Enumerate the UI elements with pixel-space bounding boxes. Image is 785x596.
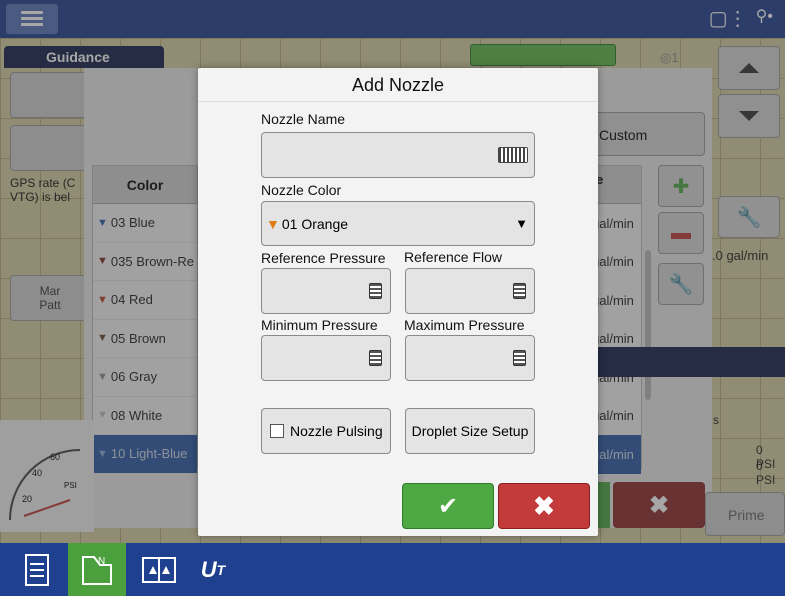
calculator-icon[interactable] <box>369 283 382 299</box>
keyboard-icon[interactable] <box>498 147 528 163</box>
droplet-size-label: Droplet Size Setup <box>411 423 529 439</box>
universal-terminal-icon[interactable]: UT <box>184 543 242 596</box>
checkbox-icon[interactable] <box>270 424 284 438</box>
split-view-icon[interactable] <box>130 543 188 596</box>
field-map-icon[interactable]: N <box>68 543 126 596</box>
nozzle-name-label: Nozzle Name <box>261 111 346 127</box>
nozzle-pulsing-toggle[interactable]: Nozzle Pulsing <box>261 408 391 454</box>
cancel-button[interactable]: ✖ <box>498 483 590 529</box>
reference-flow-label: Reference Flow <box>404 249 503 265</box>
nozzle-color-select[interactable]: ▼ 01 Orange ▼ <box>261 201 535 246</box>
nozzle-pulsing-label: Nozzle Pulsing <box>290 423 383 439</box>
calculator-icon[interactable] <box>369 350 382 366</box>
calculator-icon[interactable] <box>513 350 526 366</box>
document-icon[interactable] <box>8 543 66 596</box>
close-icon: ✖ <box>533 490 555 521</box>
nozzle-color-value: 01 Orange <box>281 215 349 232</box>
droplet-size-setup-button[interactable]: Droplet Size Setup <box>405 408 535 454</box>
reference-pressure-label: Reference Pressure <box>261 250 386 266</box>
dialog-title: Add Nozzle <box>198 68 598 102</box>
nozzle-color-label: Nozzle Color <box>261 182 342 198</box>
dropdown-arrow-icon: ▼ <box>515 216 528 231</box>
nozzle-name-input[interactable] <box>261 132 535 178</box>
svg-text:N: N <box>98 556 105 567</box>
minimum-pressure-input[interactable] <box>261 335 391 381</box>
nozzle-color-swatch-icon: ▼ <box>266 215 280 232</box>
calculator-icon[interactable] <box>513 283 526 299</box>
minimum-pressure-label: Minimum Pressure <box>261 317 378 333</box>
accept-button[interactable]: ✔ <box>402 483 494 529</box>
reference-pressure-input[interactable] <box>261 268 391 314</box>
maximum-pressure-label: Maximum Pressure <box>404 317 525 333</box>
add-nozzle-dialog: Add Nozzle Nozzle Name Nozzle Color ▼ 01… <box>198 68 598 536</box>
bottom-bar: N UT <box>0 543 785 596</box>
checkmark-icon: ✔ <box>437 492 459 520</box>
reference-flow-input[interactable] <box>405 268 535 314</box>
maximum-pressure-input[interactable] <box>405 335 535 381</box>
